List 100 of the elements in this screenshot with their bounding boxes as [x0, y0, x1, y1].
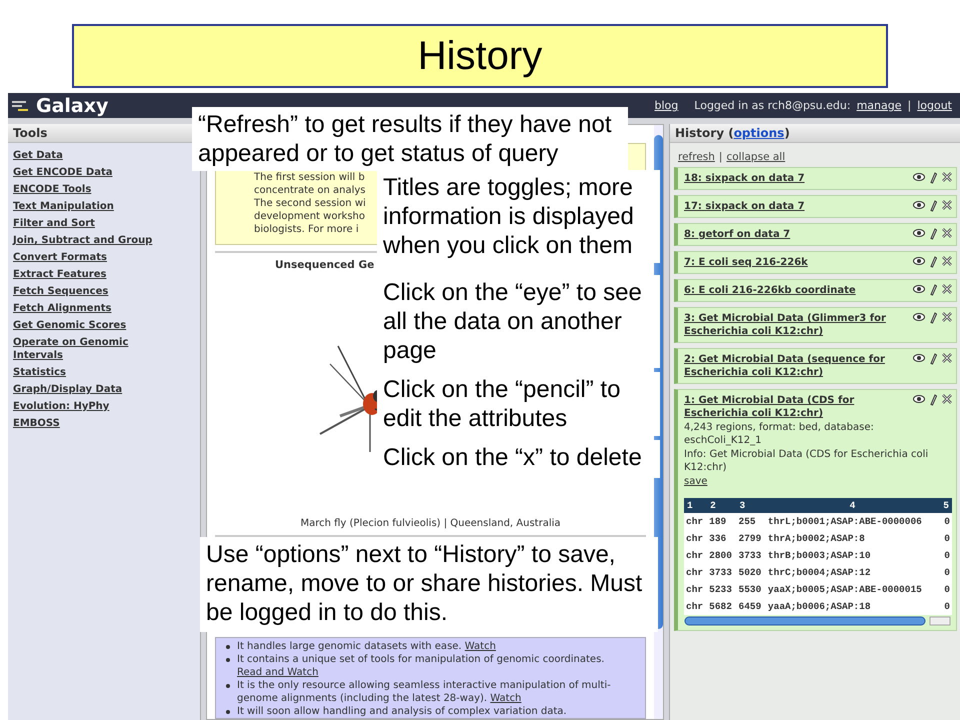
table-cell: chr	[684, 530, 708, 547]
column-header: 3	[736, 498, 766, 513]
notice-line: development worksho	[254, 210, 366, 224]
history-item-title[interactable]: 3: Get Microbial Data (Glimmer3 for Escherichia coli K12:chr)	[684, 312, 909, 338]
pencil-icon[interactable]	[930, 256, 937, 268]
tool-link[interactable]: Evolution: HyPhy	[13, 400, 110, 413]
notice-line: concentrate on analys	[254, 184, 366, 198]
callout-note: Titles are toggles; more information is displayed when you click on them	[377, 170, 660, 263]
dataset-info: Info: Get Microbial Data (CDS for Escherichia coli K12:chr)	[684, 448, 930, 474]
bullet-icon	[226, 710, 230, 714]
bullet-icon	[226, 645, 230, 649]
eye-icon[interactable]	[913, 312, 925, 322]
table-cell: 5682	[707, 598, 737, 615]
table-cell: 5233	[707, 581, 737, 598]
eye-icon[interactable]	[913, 353, 925, 363]
header-link[interactable]: logout	[917, 99, 952, 112]
table-cell: 3733	[736, 547, 766, 564]
pencil-icon[interactable]	[930, 200, 937, 212]
table-cell: chr	[684, 598, 708, 615]
tool-link[interactable]: Get ENCODE Data	[13, 166, 112, 179]
table-cell: 0	[939, 513, 952, 530]
column-header: 1	[684, 498, 708, 513]
tool-link[interactable]: Graph/Display Data	[13, 383, 122, 396]
watch-link[interactable]: Watch	[490, 693, 522, 704]
blog-link[interactable]: blog	[654, 99, 678, 112]
delete-icon[interactable]	[942, 394, 952, 404]
tool-link[interactable]: Get Data	[13, 149, 63, 162]
table-cell: 0	[939, 598, 952, 615]
history-item-title[interactable]: 17: sixpack on data 7	[684, 200, 805, 213]
picture-caption: March fly (Plecion fulvieolis) | Queensland, Australia	[299, 518, 562, 529]
pencil-icon[interactable]	[930, 228, 937, 240]
table-cell: chr	[684, 564, 708, 581]
pencil-icon[interactable]	[930, 394, 937, 406]
notice-line: biologists. For more i	[254, 223, 359, 236]
delete-icon[interactable]	[942, 256, 952, 266]
pencil-icon[interactable]	[930, 284, 937, 296]
slide-title: History	[418, 34, 542, 78]
table-cell: 0	[939, 564, 952, 581]
history-item-title[interactable]: 7: E coli seq 216-226k	[684, 256, 808, 269]
watch-link[interactable]: Read and Watch	[237, 667, 318, 678]
separator: |	[907, 99, 912, 112]
tool-link[interactable]: EMBOSS	[13, 417, 60, 430]
history-action-link[interactable]: refresh	[678, 151, 715, 163]
pencil-icon[interactable]	[930, 172, 937, 184]
delete-icon[interactable]	[942, 284, 952, 294]
history-title: History (options)	[675, 126, 790, 140]
table-cell: chr	[684, 581, 708, 598]
history-item-title[interactable]: 6: E coli 216-226kb coordinate	[684, 284, 856, 297]
table-cell: chr	[684, 513, 708, 530]
eye-icon[interactable]	[913, 394, 925, 404]
history-item-title[interactable]: 18: sixpack on data 7	[684, 172, 805, 185]
delete-icon[interactable]	[942, 200, 952, 210]
horizontal-scrollbar[interactable]	[684, 616, 952, 626]
tool-link[interactable]: Join, Subtract and Group	[13, 234, 152, 247]
pencil-icon[interactable]	[930, 312, 937, 324]
tool-link[interactable]: Convert Formats	[13, 251, 107, 264]
table-cell: yaaA;b0006;ASAP:18	[766, 598, 940, 615]
bullet-icon	[226, 684, 230, 688]
header-link[interactable]: manage	[856, 99, 902, 112]
tool-link[interactable]: Get Genomic Scores	[13, 319, 126, 332]
table-cell: 5530	[736, 581, 766, 598]
callout-note: Click on the “pencil” to edit the attributes	[377, 372, 660, 436]
eye-icon[interactable]	[913, 172, 925, 182]
pencil-icon[interactable]	[930, 353, 937, 365]
tool-link[interactable]: ENCODE Tools	[13, 183, 92, 196]
tool-link[interactable]: Extract Features	[13, 268, 106, 281]
galaxy-logo[interactable]: Galaxy	[36, 94, 108, 116]
delete-icon[interactable]	[942, 312, 952, 322]
delete-icon[interactable]	[942, 172, 952, 182]
table-cell: 255	[736, 513, 766, 530]
bullet-text: It handles large genomic datasets with ease. Watch	[237, 640, 496, 653]
tool-link[interactable]: Text Manipulation	[13, 200, 114, 213]
column-header: 4	[766, 498, 940, 513]
delete-icon[interactable]	[942, 228, 952, 238]
table-cell: 2800	[707, 547, 737, 564]
separator: |	[718, 151, 722, 163]
notice-line: The second session wi	[254, 197, 366, 210]
delete-icon[interactable]	[942, 353, 952, 363]
eye-icon[interactable]	[913, 200, 925, 210]
tool-link[interactable]: Filter and Sort	[13, 217, 95, 230]
eye-icon[interactable]	[913, 284, 925, 294]
tool-link[interactable]: Fetch Sequences	[13, 285, 108, 298]
dataset-info: 4,243 regions, format: bed, database: eschColi_K12_1	[684, 421, 875, 447]
options-link[interactable]: options	[734, 126, 784, 140]
table-cell: thrC;b0004;ASAP:12	[766, 564, 940, 581]
user-label: Logged in as rch8@psu.edu:	[694, 99, 851, 112]
save-link[interactable]: save	[684, 476, 708, 487]
eye-icon[interactable]	[913, 256, 925, 266]
history-action-link[interactable]: collapse all	[726, 151, 786, 163]
table-cell: chr	[684, 547, 708, 564]
history-item-title[interactable]: 2: Get Microbial Data (sequence for Escherichia coli K12:chr)	[684, 353, 909, 379]
history-item-title[interactable]: 8: getorf on data 7	[684, 228, 790, 241]
eye-icon[interactable]	[913, 228, 925, 238]
table-cell: 336	[707, 530, 737, 547]
tool-link[interactable]: Operate on Genomic Intervals	[13, 336, 178, 362]
tool-link[interactable]: Statistics	[13, 366, 66, 379]
history-item-title[interactable]: 1: Get Microbial Data (CDS for Escherichia coli K12:chr)	[684, 394, 909, 420]
table-cell: 6459	[736, 598, 766, 615]
tool-link[interactable]: Fetch Alignments	[13, 302, 112, 315]
watch-link[interactable]: Watch	[464, 641, 496, 652]
